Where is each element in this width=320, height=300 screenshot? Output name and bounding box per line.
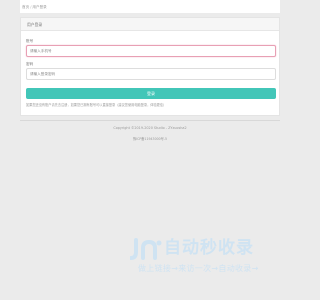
phone-label: 账号 bbox=[26, 39, 34, 43]
watermark-logo-icon bbox=[130, 238, 162, 260]
register-note: 如果您还没有账户请先去注册，如果您已拥有账号可以直接登录（建议您使用电脑登录，体… bbox=[26, 102, 167, 107]
phone-input[interactable]: 请输入手机号 bbox=[26, 45, 276, 57]
login-panel: 用户登录 账号 请输入手机号 密码 请输入登录密码 登录 如果您还没有账户请先去… bbox=[20, 17, 280, 116]
breadcrumb: 首页/用户登录 bbox=[22, 5, 47, 10]
login-button[interactable]: 登录 bbox=[26, 88, 276, 99]
icp-link[interactable]: 豫ICP备11943000号-5 bbox=[0, 136, 300, 141]
watermark-title: 自动秒收录 bbox=[164, 238, 254, 258]
password-input[interactable]: 请输入登录密码 bbox=[26, 68, 276, 80]
password-label: 密码 bbox=[26, 62, 34, 66]
footer-divider bbox=[20, 120, 280, 121]
watermark: 自动秒收录 做上链接→来访一次→自动收录→ bbox=[128, 236, 283, 276]
panel-title: 用户登录 bbox=[21, 18, 279, 31]
breadcrumb-current: 用户登录 bbox=[32, 5, 47, 9]
watermark-slogan: 做上链接→来访一次→自动收录→ bbox=[138, 264, 259, 273]
breadcrumb-home-link[interactable]: 首页 bbox=[22, 5, 29, 9]
top-bar bbox=[20, 0, 280, 13]
copyright-text: Copyright ©2019-2020 Studio - ZYzuosha2 bbox=[113, 126, 187, 130]
